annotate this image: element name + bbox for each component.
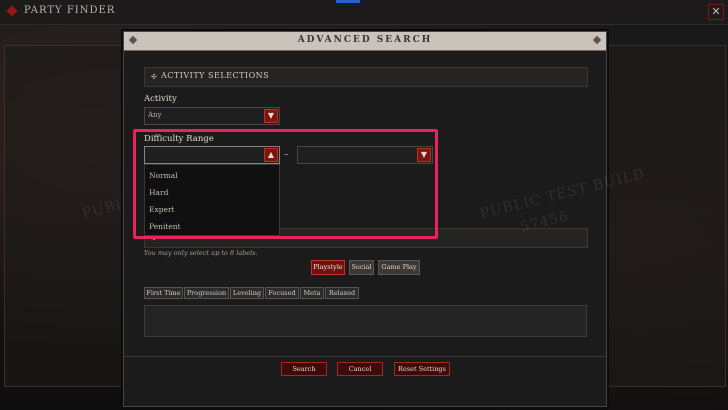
footer-divider: [124, 356, 606, 357]
party-finder-icon: [6, 5, 18, 17]
label-chip-leveling[interactable]: Leveling: [230, 287, 264, 299]
tab-social[interactable]: Social: [349, 260, 374, 275]
dialog-header: ADVANCED SEARCH: [124, 32, 606, 51]
cancel-button[interactable]: Cancel: [337, 362, 383, 376]
reset-settings-button[interactable]: Reset Settings: [394, 362, 450, 376]
difficulty-range-highlight: [133, 129, 438, 239]
window-title: PARTY FINDER: [24, 5, 116, 16]
background-panel-right: [608, 45, 726, 387]
window-title-bar: PARTY FINDER ✕: [0, 0, 728, 25]
label-limit-hint: You may only select up to 8 labels.: [144, 249, 258, 257]
tab-game-play[interactable]: Game Play: [378, 260, 420, 275]
label-chip-first-time[interactable]: First Time: [144, 287, 183, 299]
activity-selections-header: ✣ ACTIVITY SELECTIONS: [144, 67, 588, 87]
tab-playstyle[interactable]: Playstyle: [311, 260, 345, 275]
section-marker-icon: ✣: [151, 73, 157, 81]
activity-label: Activity: [144, 94, 177, 104]
activity-select-value: Any: [148, 111, 162, 119]
top-indicator: [336, 0, 360, 3]
label-chip-progression[interactable]: Progression: [184, 287, 229, 299]
label-chip-relaxed[interactable]: Relaxed: [325, 287, 359, 299]
chevron-down-icon[interactable]: ▼: [264, 109, 278, 123]
activity-select[interactable]: Any ▼: [144, 107, 280, 125]
selected-labels-area[interactable]: [144, 305, 587, 337]
close-icon[interactable]: ✕: [708, 4, 724, 20]
dialog-title: ADVANCED SEARCH: [297, 35, 433, 45]
label-chip-focused[interactable]: Focused: [265, 287, 299, 299]
label-chip-meta[interactable]: Meta: [300, 287, 324, 299]
search-button[interactable]: Search: [281, 362, 327, 376]
activity-selections-title: ACTIVITY SELECTIONS: [161, 71, 270, 80]
